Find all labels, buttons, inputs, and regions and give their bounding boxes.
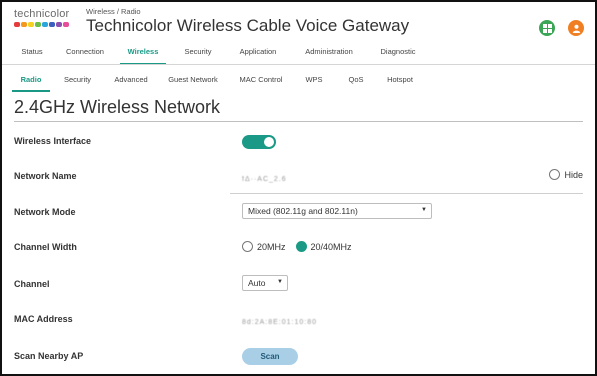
mac-address-value: 8d:2A:8E:01:10:80 bbox=[242, 319, 317, 326]
chevron-down-icon: ▼ bbox=[421, 207, 427, 213]
channel-value: Auto bbox=[248, 278, 266, 288]
logo-color-dot bbox=[42, 22, 48, 27]
channel-width-label: Channel Width bbox=[14, 242, 77, 252]
subtab-radio[interactable]: Radio bbox=[12, 74, 50, 92]
row-wireless-interface: Wireless Interface bbox=[14, 133, 583, 153]
logo-color-bar bbox=[14, 22, 74, 27]
logo-color-dot bbox=[49, 22, 55, 27]
tab-security[interactable]: Security bbox=[168, 44, 228, 63]
channel-width-options: 20MHz 20/40MHz bbox=[242, 241, 352, 252]
channel-select[interactable]: Auto ▼ bbox=[242, 275, 288, 291]
apps-grid-icon bbox=[542, 23, 552, 33]
app-title: Technicolor Wireless Cable Voice Gateway bbox=[86, 16, 410, 35]
toggle-knob bbox=[264, 137, 274, 147]
tab-administration[interactable]: Administration bbox=[288, 44, 370, 63]
row-channel-width: Channel Width 20MHz 20/40MHz bbox=[14, 239, 583, 259]
main-nav: Status Connection Wireless Security Appl… bbox=[12, 44, 585, 65]
user-menu-button[interactable] bbox=[568, 20, 584, 36]
row-scan-nearby-ap: Scan Nearby AP Scan bbox=[14, 348, 583, 368]
tab-status[interactable]: Status bbox=[12, 44, 52, 63]
user-icon bbox=[572, 24, 580, 33]
logo-color-dot bbox=[56, 22, 62, 27]
scan-button[interactable]: Scan bbox=[242, 348, 298, 365]
logo-text: technicolor bbox=[14, 8, 70, 20]
subtab-mac-control[interactable]: MAC Control bbox=[229, 74, 293, 90]
tab-diagnostic[interactable]: Diagnostic bbox=[370, 44, 426, 63]
scan-nearby-ap-label: Scan Nearby AP bbox=[14, 351, 84, 361]
network-mode-select[interactable]: Mixed (802.11g and 802.11n) ▼ bbox=[242, 203, 432, 219]
row-network-name: Network Name fΔ··AC_2.6 Hide bbox=[14, 168, 583, 188]
breadcrumb: Wireless / Radio bbox=[86, 7, 141, 16]
network-mode-value: Mixed (802.11g and 802.11n) bbox=[248, 206, 358, 216]
mac-address-label: MAC Address bbox=[14, 314, 73, 324]
subtab-advanced[interactable]: Advanced bbox=[105, 74, 157, 90]
logo-color-dot bbox=[28, 22, 34, 27]
wireless-interface-toggle[interactable] bbox=[242, 135, 276, 149]
label-20mhz: 20MHz bbox=[257, 241, 286, 252]
subtab-hotspot[interactable]: Hotspot bbox=[377, 74, 423, 90]
logo-color-dot bbox=[14, 22, 20, 27]
logo-color-dot bbox=[35, 22, 41, 27]
wireless-interface-label: Wireless Interface bbox=[14, 136, 91, 146]
subtab-security[interactable]: Security bbox=[50, 74, 105, 90]
network-name-underline bbox=[230, 193, 583, 194]
row-network-mode: Network Mode Mixed (802.11g and 802.11n)… bbox=[14, 203, 583, 223]
logo-color-dot bbox=[21, 22, 27, 27]
radio-20mhz[interactable] bbox=[242, 241, 253, 252]
hide-label: Hide bbox=[564, 169, 583, 180]
subtab-wps[interactable]: WPS bbox=[293, 74, 335, 90]
network-name-field[interactable]: fΔ··AC_2.6 bbox=[242, 176, 287, 183]
hide-radio[interactable] bbox=[549, 169, 561, 180]
network-mode-label: Network Mode bbox=[14, 207, 76, 217]
title-divider bbox=[14, 121, 583, 122]
tab-wireless[interactable]: Wireless bbox=[118, 44, 168, 65]
logo-color-dot bbox=[63, 22, 69, 27]
row-mac-address: MAC Address 8d:2A:8E:01:10:80 bbox=[14, 311, 583, 331]
page-title: 2.4GHz Wireless Network bbox=[14, 97, 221, 117]
radio-20-40mhz[interactable] bbox=[295, 241, 307, 252]
sub-nav: Radio Security Advanced Guest Network MA… bbox=[12, 74, 585, 92]
channel-label: Channel bbox=[14, 279, 50, 289]
subtab-qos[interactable]: QoS bbox=[335, 74, 377, 90]
chevron-down-icon: ▼ bbox=[277, 279, 283, 285]
app-frame: technicolor Wireless / Radio Technicolor… bbox=[0, 0, 597, 376]
technicolor-logo[interactable]: technicolor bbox=[14, 8, 74, 27]
nav-divider bbox=[2, 64, 595, 65]
subtab-guest-network[interactable]: Guest Network bbox=[157, 74, 229, 90]
row-channel: Channel Auto ▼ bbox=[14, 275, 583, 295]
hide-ssid-option[interactable]: Hide bbox=[549, 169, 583, 180]
network-name-label: Network Name bbox=[14, 171, 77, 181]
tab-connection[interactable]: Connection bbox=[52, 44, 118, 63]
label-20-40mhz: 20/40MHz bbox=[310, 241, 352, 252]
apps-grid-button[interactable] bbox=[539, 20, 555, 36]
tab-application[interactable]: Application bbox=[228, 44, 288, 63]
